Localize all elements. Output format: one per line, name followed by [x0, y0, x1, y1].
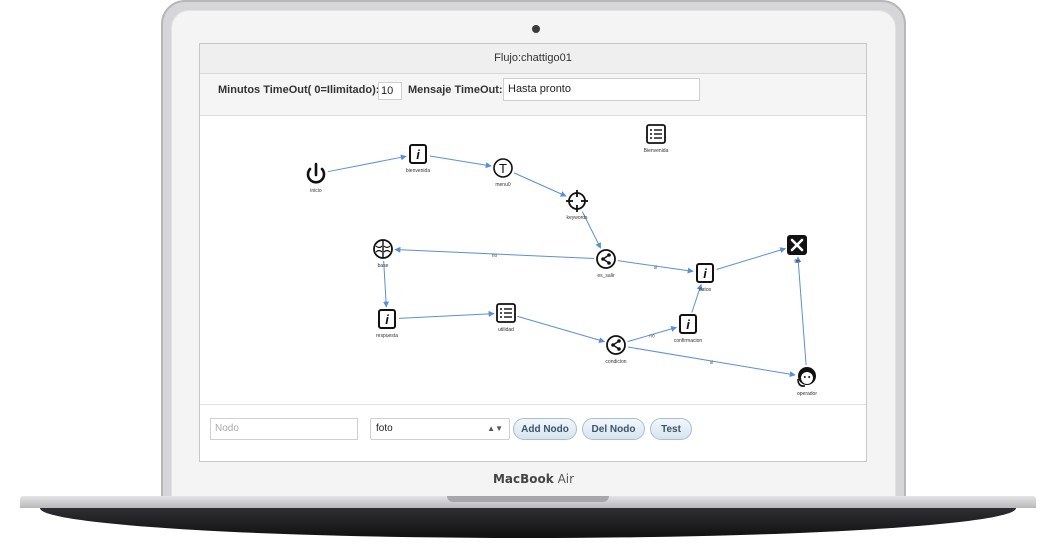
timeout-input[interactable]: 10 [378, 82, 402, 100]
close-box-icon [787, 235, 807, 255]
brand-name: MacBook [492, 472, 554, 486]
node-label: respuesta [376, 333, 398, 339]
node-inicio[interactable]: inicio [306, 162, 326, 194]
timeout-message-label: Mensaje TimeOut: [408, 84, 503, 96]
brand-model: Air [557, 472, 575, 486]
node-label: Bienvenida [644, 148, 669, 154]
edge-label: si [710, 360, 714, 366]
node-operador[interactable]: operador [797, 367, 817, 397]
node-keywords[interactable]: keywords [566, 190, 588, 221]
edge-menu0-keywords[interactable] [513, 172, 567, 197]
node-confirmacion[interactable]: i confirmacion [674, 314, 703, 344]
agent-icon [797, 367, 816, 387]
edge-label: no [649, 334, 655, 340]
node-respuesta[interactable]: i respuesta [376, 309, 398, 339]
node-label: inicio [310, 188, 322, 194]
edge-label: no [492, 253, 498, 259]
edges-layer: no si no si [327, 154, 807, 378]
del-node-button[interactable]: Del Nodo [582, 418, 645, 440]
node-fin[interactable]: fin [787, 235, 807, 265]
info-icon: i [409, 144, 427, 164]
node-type-value: foto [376, 423, 393, 434]
flow-canvas[interactable]: no si no si inicio i bienvenida Tmenu0 keywords… [200, 118, 866, 403]
node-label: utilidad [498, 327, 514, 333]
node-datos[interactable]: i datos [696, 263, 714, 293]
edge-utilidad-condicion[interactable] [517, 315, 606, 344]
info-icon: i [696, 263, 714, 283]
share-icon [606, 335, 626, 355]
svg-text:i: i [385, 312, 389, 327]
svg-text:T: T [499, 161, 507, 176]
node-Bienvenida2[interactable]: Bienvenida [644, 124, 669, 154]
node-base[interactable]: base [373, 239, 393, 269]
camera-icon [532, 25, 540, 33]
timeout-label: Minutos TimeOut( 0=Ilimitado): [218, 84, 380, 96]
flow-graph[interactable]: no si no si inicio i bienvenida Tmenu0 keywords… [200, 118, 866, 403]
node-label: base [378, 263, 389, 269]
power-icon [306, 162, 326, 184]
timeout-form: Minutos TimeOut( 0=Ilimitado): 10 Mensaj… [200, 74, 866, 116]
list-icon [496, 303, 516, 323]
text-t-icon: T [493, 158, 513, 178]
edge-bienvenida-menu0[interactable] [429, 155, 492, 169]
share-icon [596, 249, 616, 269]
node-condicion[interactable]: condicion [605, 335, 627, 365]
node-label: bienvenida [406, 168, 430, 174]
edge-inicio-bienvenida[interactable] [327, 154, 407, 173]
select-chevron-icon: ▲▼ [487, 424, 503, 433]
edge-respuesta-utilidad[interactable] [398, 310, 495, 319]
node-type-select[interactable]: foto ▲▼ [370, 418, 510, 440]
node-label: operador [797, 391, 817, 397]
nodo-placeholder: Nodo [215, 423, 239, 434]
node-label: fin [794, 259, 800, 265]
node-label: menu0 [495, 182, 511, 188]
node-utilidad[interactable]: utilidad [496, 303, 516, 333]
svg-text:i: i [703, 266, 707, 281]
svg-text:i: i [416, 147, 420, 162]
node-label: keywords [566, 215, 588, 221]
flow-title: Flujo:chattigo01 [200, 44, 866, 74]
node-label: es_salir [597, 273, 615, 279]
list-icon [646, 124, 666, 144]
node-label: condicion [605, 359, 626, 365]
app-screen: Flujo:chattigo01 Minutos TimeOut( 0=Ilim… [199, 43, 867, 462]
laptop-notch [447, 496, 609, 502]
node-es_salir[interactable]: es_salir [596, 249, 616, 279]
edge-operador-fin[interactable] [795, 256, 807, 366]
edge-datos-fin[interactable] [716, 247, 787, 270]
brain-icon [373, 239, 393, 259]
node-label: datos [699, 287, 712, 293]
info-icon: i [679, 314, 697, 334]
edge-label: si [654, 265, 658, 271]
node-controls: Nodo foto ▲▼ Add Nodo Del Nodo Test [200, 404, 866, 461]
node-label: confirmacion [674, 338, 703, 344]
test-button[interactable]: Test [650, 418, 692, 440]
timeout-message-input[interactable]: Hasta pronto [503, 78, 700, 101]
add-node-button[interactable]: Add Nodo [513, 418, 577, 440]
laptop-bottom [40, 508, 1016, 538]
node-bienvenida[interactable]: i bienvenida [406, 144, 430, 174]
laptop-brand: MacBook Air [163, 472, 904, 486]
nodo-name-input[interactable]: Nodo [210, 418, 358, 440]
nodes-layer: inicio i bienvenida Tmenu0 keywords Bienvenid… [306, 124, 817, 397]
node-menu0[interactable]: Tmenu0 [493, 158, 513, 188]
svg-text:i: i [686, 317, 690, 332]
info-icon: i [378, 309, 396, 329]
crosshair-icon [566, 190, 588, 212]
